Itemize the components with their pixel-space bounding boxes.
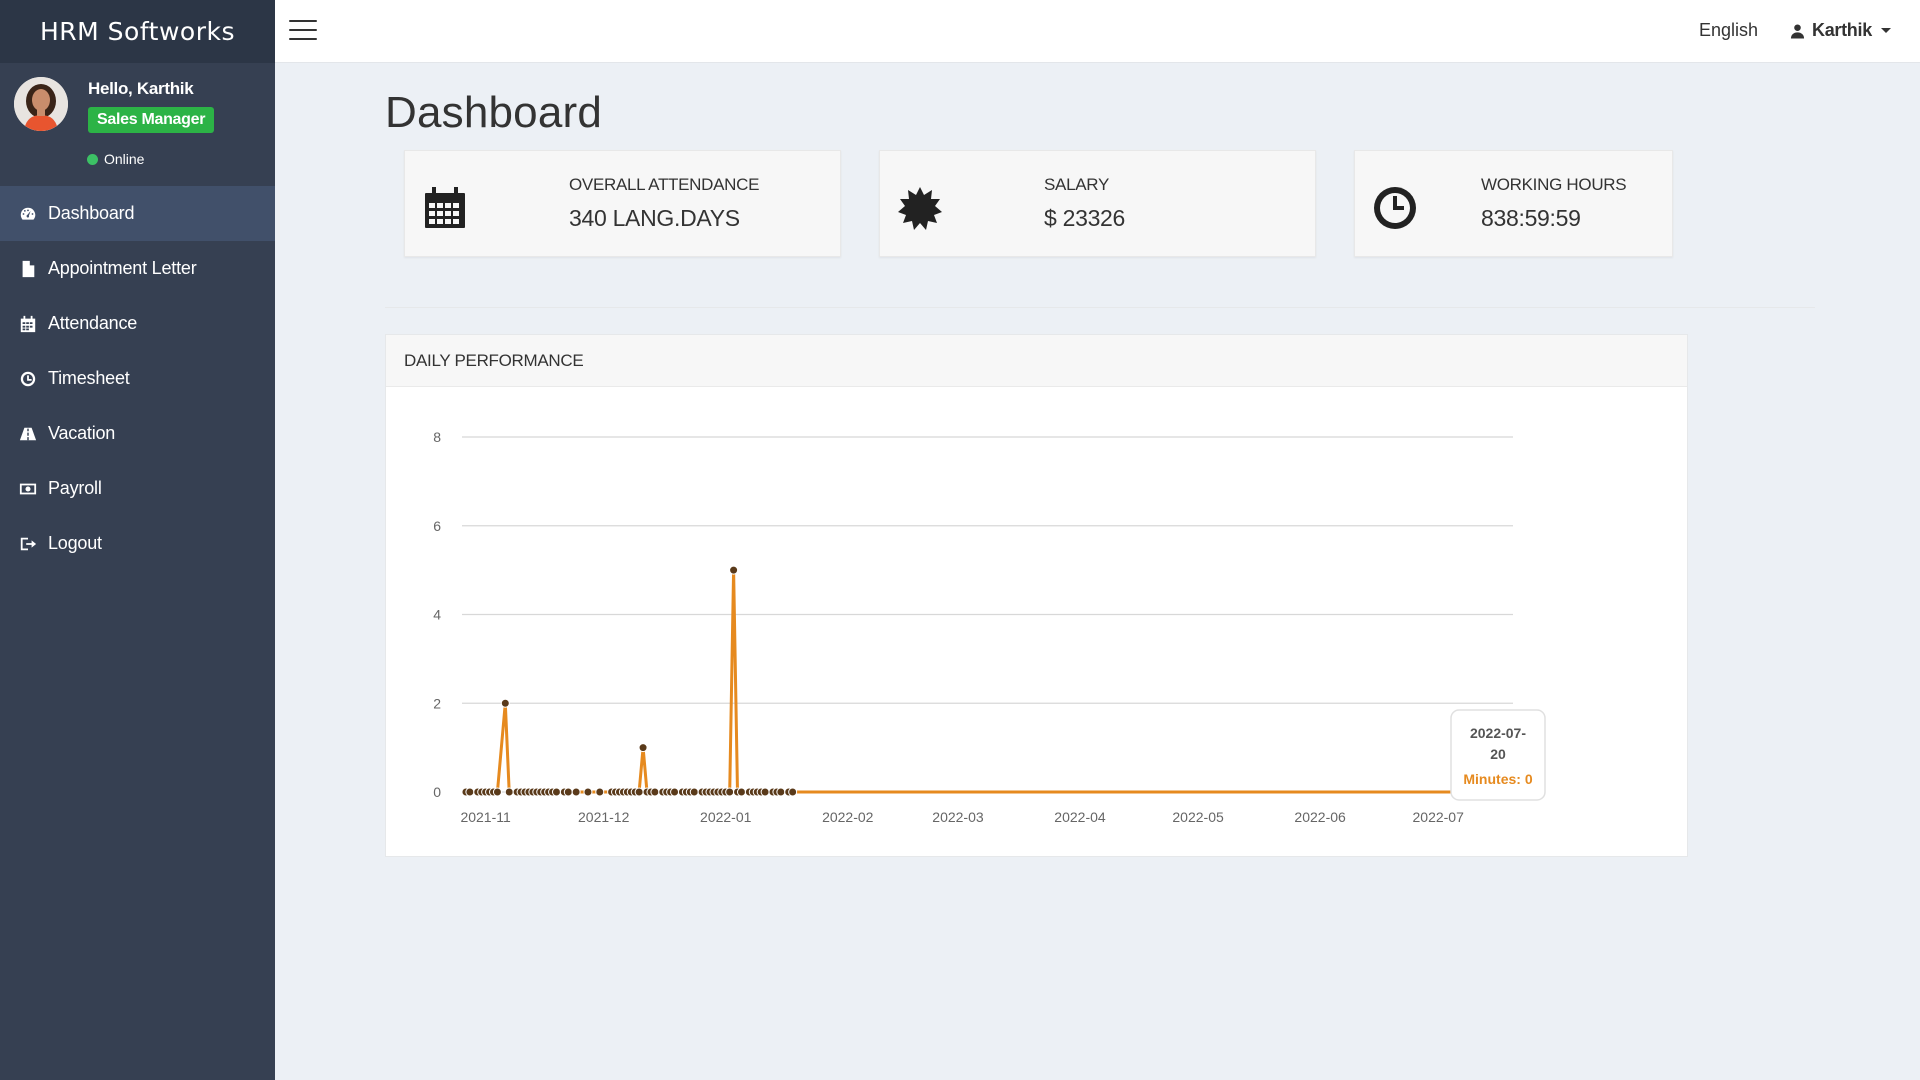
role-badge: Sales Manager <box>88 107 215 133</box>
data-point <box>583 787 593 797</box>
data-point <box>492 787 502 797</box>
y-tick-label: 0 <box>433 784 441 800</box>
y-tick-label: 4 <box>433 607 441 623</box>
avatar <box>14 77 68 131</box>
data-point <box>504 787 514 797</box>
sidebar: HRM Softworks Hello, Karthik Sales Manag… <box>0 0 275 1080</box>
user-greeting: Hello, Karthik <box>88 79 194 98</box>
stat-value: 340 LANG.DAYS <box>569 205 740 231</box>
user-panel: Hello, Karthik Sales Manager <box>0 63 275 186</box>
page-title: Dashboard <box>385 88 603 137</box>
language-selector[interactable]: English <box>1699 20 1758 41</box>
stat-box-working-hours: WORKING HOURS 838:59:59 <box>1354 150 1673 257</box>
sidebar-item-attendance[interactable]: Attendance <box>0 296 275 351</box>
section-divider <box>385 307 1815 308</box>
sidebar-item-label: Dashboard <box>48 203 135 223</box>
money-icon <box>18 479 38 499</box>
sidebar-item-label: Logout <box>48 533 102 553</box>
user-dropdown[interactable]: Karthik <box>1790 20 1891 41</box>
data-point <box>650 787 660 797</box>
y-tick-label: 6 <box>433 518 441 534</box>
sidebar-item-timesheet[interactable]: Timesheet <box>0 351 275 406</box>
user-dropdown-name: Karthik <box>1812 20 1872 40</box>
caret-down-icon <box>1880 28 1891 33</box>
online-status: Online <box>87 151 144 167</box>
calendar-icon <box>18 314 38 334</box>
hamburger-menu-icon[interactable] <box>289 20 317 42</box>
data-point <box>689 787 699 797</box>
x-tick-label: 2022-04 <box>1054 809 1106 825</box>
x-tick-label: 2022-02 <box>822 809 874 825</box>
stat-box-attendance: OVERALL ATTENDANCE 340 LANG.DAYS <box>404 150 841 257</box>
certificate-icon <box>898 186 942 230</box>
stat-box-salary: SALARY $ 23326 <box>879 150 1316 257</box>
data-point <box>760 787 770 797</box>
data-point <box>634 787 644 797</box>
panel-title: DAILY PERFORMANCE <box>386 335 1687 387</box>
tooltip-value: Minutes: 0 <box>1463 771 1532 787</box>
sidebar-item-dashboard[interactable]: Dashboard <box>0 186 275 241</box>
data-point <box>571 787 581 797</box>
avatar-image <box>14 77 68 131</box>
sidebar-item-appointment-letter[interactable]: Appointment Letter <box>0 241 275 296</box>
x-tick-label: 2022-07 <box>1413 809 1465 825</box>
file-icon <box>18 259 38 279</box>
dashboard-icon <box>18 204 38 224</box>
stat-value: 838:59:59 <box>1481 205 1581 231</box>
calendar-icon <box>423 186 467 230</box>
x-tick-label: 2022-06 <box>1294 809 1346 825</box>
top-navbar: English Karthik <box>275 0 1920 63</box>
data-point <box>670 787 680 797</box>
online-status-label: Online <box>104 151 145 167</box>
road-icon <box>18 424 38 444</box>
data-point <box>465 787 475 797</box>
user-icon <box>1790 23 1805 38</box>
sidebar-item-label: Appointment Letter <box>48 258 197 278</box>
data-point <box>736 787 746 797</box>
sidebar-item-label: Timesheet <box>48 368 130 388</box>
data-point <box>595 787 605 797</box>
x-tick-label: 2022-05 <box>1172 809 1224 825</box>
sidebar-menu: Dashboard Appointment Letter Attendance … <box>0 186 275 571</box>
tooltip-date: 20 <box>1490 746 1506 762</box>
data-point <box>788 787 798 797</box>
stat-label: OVERALL ATTENDANCE <box>569 175 760 194</box>
data-point <box>725 787 735 797</box>
x-tick-label: 2021-12 <box>578 809 630 825</box>
user-info: Hello, Karthik Sales Manager <box>88 79 215 133</box>
data-point <box>729 565 739 575</box>
sidebar-item-label: Payroll <box>48 478 102 498</box>
stat-label: WORKING HOURS <box>1481 175 1627 194</box>
sidebar-item-logout[interactable]: Logout <box>0 516 275 571</box>
x-tick-label: 2021-11 <box>460 809 511 825</box>
data-point <box>638 743 648 753</box>
data-point <box>551 787 561 797</box>
data-point <box>500 698 510 708</box>
online-dot-icon <box>87 153 98 165</box>
sign-out-icon <box>18 534 38 554</box>
y-tick-label: 8 <box>433 429 441 445</box>
data-point <box>563 787 573 797</box>
sidebar-item-label: Attendance <box>48 313 138 333</box>
data-point <box>776 787 786 797</box>
stat-value: $ 23326 <box>1044 205 1126 231</box>
clock-icon <box>1373 186 1417 230</box>
x-tick-label: 2022-01 <box>700 809 752 825</box>
tooltip-date: 2022-07- <box>1470 725 1526 741</box>
x-tick-label: 2022-03 <box>932 809 984 825</box>
clock-icon <box>18 369 38 389</box>
stat-label: SALARY <box>1044 175 1109 194</box>
daily-performance-chart[interactable]: 0 2 4 6 8 2021-11 2021-12 2022-01 2022-02 2022-03… <box>386 387 1689 857</box>
brand-logo[interactable]: HRM Softworks <box>0 0 275 63</box>
sidebar-item-label: Vacation <box>48 423 116 443</box>
y-tick-label: 2 <box>433 695 441 711</box>
sidebar-item-payroll[interactable]: Payroll <box>0 461 275 516</box>
series-line <box>465 568 1513 794</box>
sidebar-item-vacation[interactable]: Vacation <box>0 406 275 461</box>
daily-performance-panel: DAILY PERFORMANCE 0 2 4 6 8 2021-11 2021-12 202… <box>385 334 1688 857</box>
